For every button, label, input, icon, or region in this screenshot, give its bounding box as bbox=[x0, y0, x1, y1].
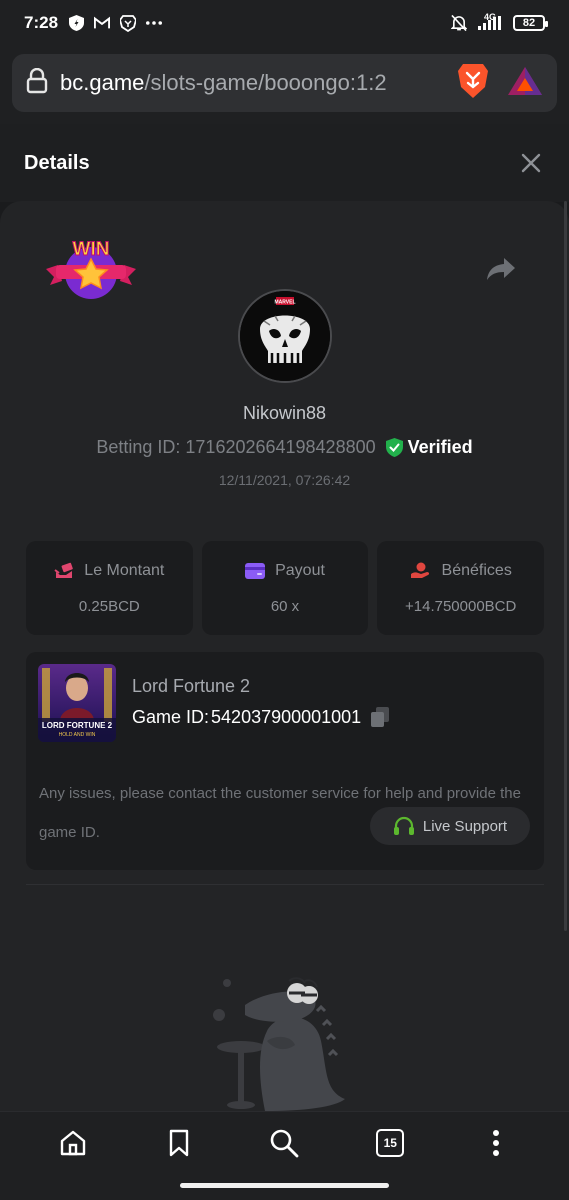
punisher-skull-icon: MARVEL bbox=[240, 291, 330, 381]
details-header: Details bbox=[0, 124, 569, 202]
copy-icon bbox=[371, 707, 390, 727]
menu-dots-icon bbox=[493, 1130, 500, 1156]
game-id-value[interactable]: 542037900001001 bbox=[211, 707, 361, 728]
profit-hand-icon bbox=[410, 562, 429, 578]
betting-id-value[interactable]: 1716202664198428800 bbox=[185, 437, 375, 458]
tab-count: 15 bbox=[383, 1136, 397, 1150]
status-right: 4G 82 bbox=[451, 11, 548, 32]
search-icon bbox=[271, 1129, 299, 1158]
scrollbar[interactable] bbox=[564, 201, 567, 931]
hand-money-icon bbox=[54, 562, 74, 578]
signal-icon: 4G bbox=[477, 11, 503, 31]
bet-details-card: WIN MARVEL Nikowin88 Betting ID: 1716202… bbox=[0, 201, 569, 1111]
bat-rewards-icon[interactable] bbox=[507, 66, 543, 101]
nav-home-button[interactable] bbox=[53, 1123, 93, 1163]
network-label: 4G bbox=[483, 11, 496, 22]
brave-icon bbox=[120, 14, 137, 32]
nav-tabs-button[interactable]: 15 bbox=[370, 1123, 410, 1163]
browser-toolbar: bc.game/slots-game/booongo:1:2 bbox=[0, 46, 569, 124]
more-dots-icon bbox=[146, 15, 163, 31]
game-id-label: Game ID: bbox=[132, 706, 210, 727]
close-icon bbox=[521, 153, 541, 173]
nav-menu-button[interactable] bbox=[476, 1123, 516, 1163]
verified-badge: Verified bbox=[385, 437, 473, 458]
stat-payout: Payout 60 x bbox=[201, 541, 369, 635]
game-thumbnail[interactable]: LORD FORTUNE 2 HOLD AND WIN bbox=[38, 664, 116, 742]
shield-icon bbox=[68, 15, 84, 31]
stat-label: Le Montant bbox=[84, 561, 165, 579]
game-name[interactable]: Lord Fortune 2 bbox=[132, 676, 250, 697]
live-support-button[interactable]: Live Support bbox=[370, 807, 530, 845]
game-id-row: Game ID: 542037900001001 bbox=[132, 706, 391, 728]
home-icon bbox=[60, 1130, 86, 1156]
stat-label: Bénéfices bbox=[441, 561, 512, 579]
page-title: Details bbox=[24, 151, 90, 174]
win-badge-label: WIN bbox=[73, 239, 110, 260]
home-indicator[interactable] bbox=[180, 1183, 389, 1188]
game-thumbnail-art-icon: LORD FORTUNE 2 HOLD AND WIN bbox=[38, 664, 116, 742]
betting-id-row: Betting ID: 1716202664198428800 Verified bbox=[0, 437, 569, 458]
stats-row: Le Montant 0.25BCD Payout 60 x Bénéfices… bbox=[26, 541, 545, 635]
stat-profit: Bénéfices +14.750000BCD bbox=[377, 541, 545, 635]
betting-id-label: Betting ID: bbox=[96, 437, 181, 457]
stat-amount: Le Montant 0.25BCD bbox=[26, 541, 193, 635]
battery-level: 82 bbox=[522, 17, 536, 29]
url-text[interactable]: bc.game/slots-game/booongo:1:2 bbox=[60, 70, 447, 96]
avatar: MARVEL bbox=[238, 289, 332, 383]
stat-value: 0.25BCD bbox=[78, 597, 140, 615]
stat-head: Payout bbox=[245, 562, 325, 580]
stat-value: +14.750000BCD bbox=[405, 597, 517, 615]
avatar-caption: MARVEL bbox=[274, 300, 295, 306]
stat-value: 60 x bbox=[270, 597, 300, 615]
tabs-icon: 15 bbox=[376, 1129, 405, 1157]
url-path: /slots-game/booongo:1:2 bbox=[144, 70, 387, 95]
live-support-label: Live Support bbox=[422, 817, 508, 835]
bottom-nav: 15 bbox=[0, 1111, 569, 1200]
copy-button[interactable] bbox=[369, 706, 391, 728]
share-icon bbox=[487, 258, 515, 280]
url-bar[interactable]: bc.game/slots-game/booongo:1:2 bbox=[12, 54, 557, 112]
bet-timestamp: 12/11/2021, 07:26:42 bbox=[218, 472, 351, 488]
lock-icon bbox=[26, 67, 48, 99]
share-button[interactable] bbox=[486, 257, 518, 285]
close-button[interactable] bbox=[517, 149, 545, 177]
nav-icons: 15 bbox=[0, 1112, 569, 1174]
battery-icon: 82 bbox=[513, 15, 548, 31]
gmail-icon bbox=[94, 15, 111, 31]
username: Nikowin88 bbox=[242, 403, 327, 423]
thumb-title: LORD FORTUNE 2 bbox=[42, 721, 113, 730]
win-badge-icon: WIN bbox=[46, 239, 136, 299]
stat-head: Bénéfices bbox=[410, 562, 512, 580]
thumb-subtitle: HOLD AND WIN bbox=[59, 732, 96, 738]
game-info-box: LORD FORTUNE 2 HOLD AND WIN Lord Fortune… bbox=[26, 652, 544, 870]
status-left: 7:28 bbox=[24, 13, 163, 33]
divider bbox=[26, 884, 544, 885]
stat-label: Payout bbox=[275, 561, 325, 579]
stat-head: Le Montant bbox=[54, 562, 164, 580]
wallet-card-icon bbox=[245, 562, 266, 579]
verified-shield-icon bbox=[385, 438, 403, 457]
brave-lion-icon[interactable] bbox=[457, 63, 489, 104]
status-bar: 7:28 4G 82 bbox=[0, 0, 569, 46]
headset-icon bbox=[393, 816, 414, 835]
crocodile-mascot-icon bbox=[213, 977, 345, 1111]
bookmark-icon bbox=[169, 1129, 188, 1157]
status-time: 7:28 bbox=[24, 13, 59, 32]
verified-label: Verified bbox=[407, 437, 473, 457]
url-domain: bc.game bbox=[60, 70, 145, 95]
nav-bookmark-button[interactable] bbox=[159, 1123, 199, 1163]
mute-bell-icon bbox=[451, 14, 467, 32]
nav-search-button[interactable] bbox=[264, 1123, 304, 1163]
